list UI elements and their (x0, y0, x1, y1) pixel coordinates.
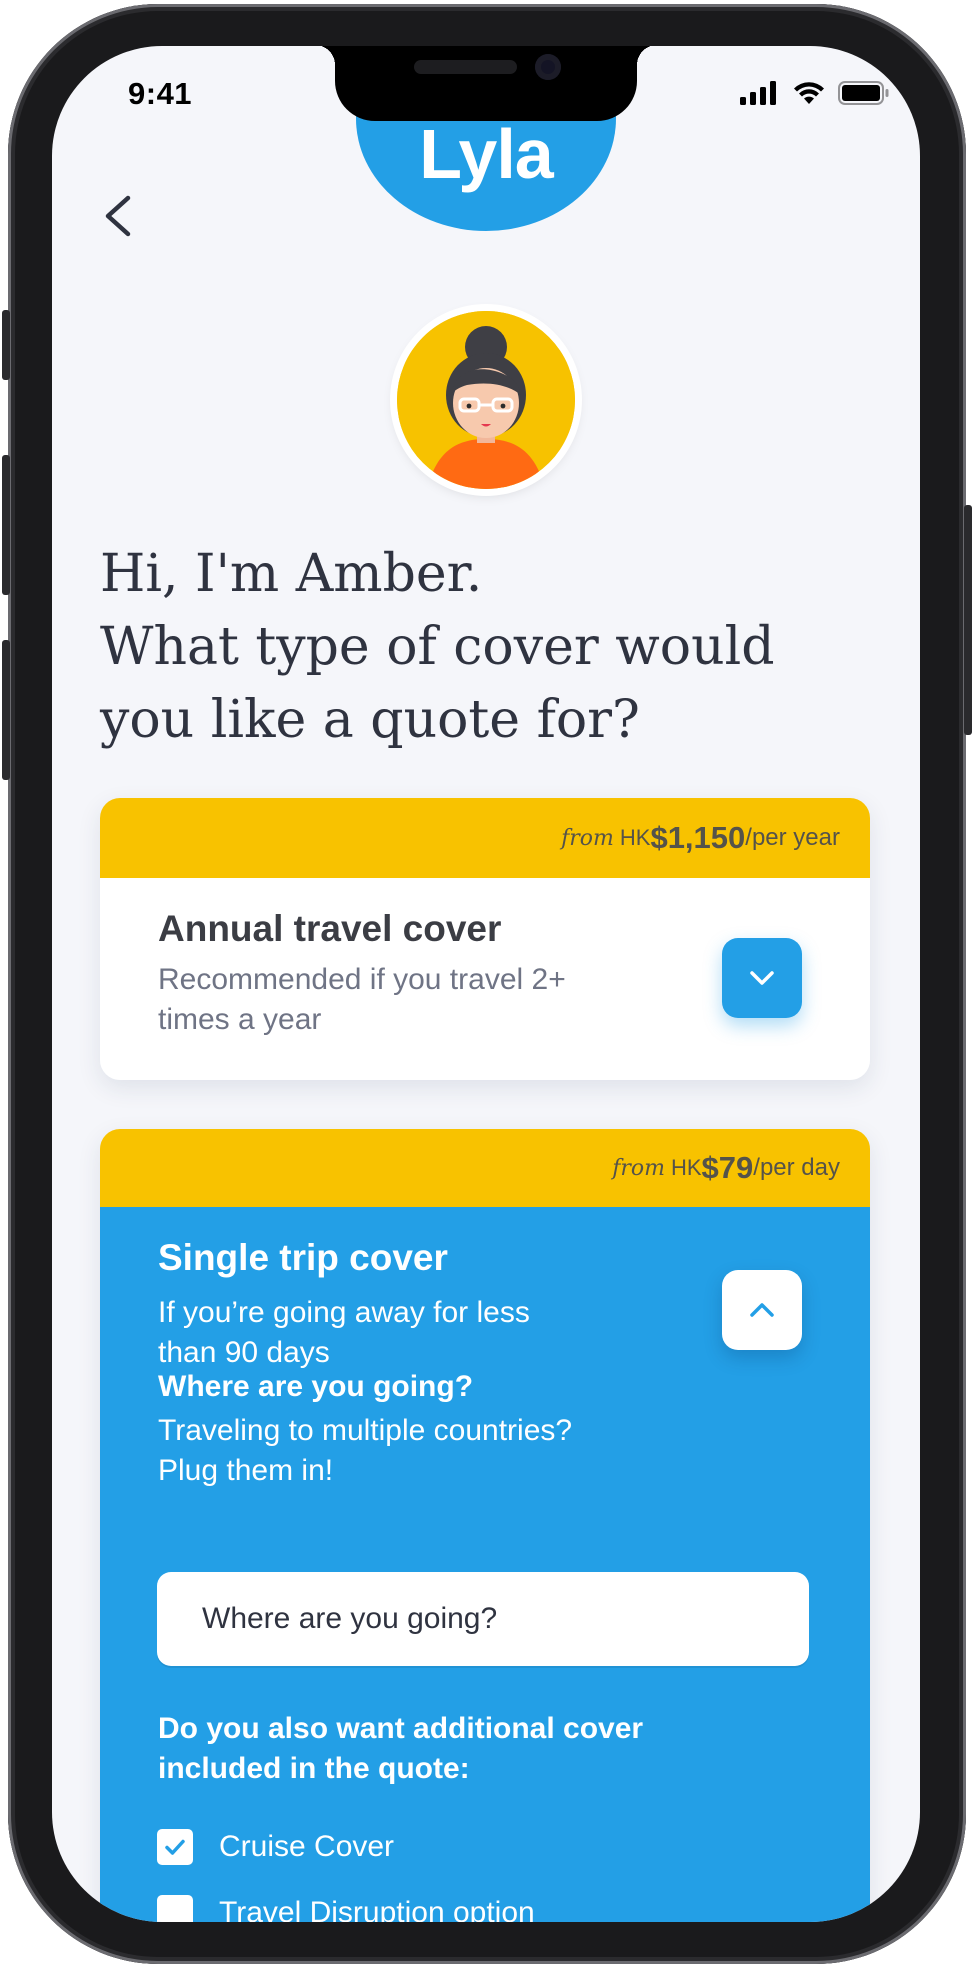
annual-currency: HK (619, 825, 651, 850)
greeting-heading: Hi, I'm Amber. What type of cover would … (100, 538, 820, 757)
travel-disruption-checkbox[interactable] (157, 1895, 193, 1922)
greeting-line-2: What type of cover would (100, 617, 775, 677)
single-amount: $79 (701, 1150, 754, 1185)
chevron-left-icon (105, 195, 131, 237)
additional-question-line-1: Do you also want additional cover (158, 1712, 644, 1745)
chevron-down-icon (750, 971, 774, 985)
cruise-cover-checkbox[interactable] (157, 1829, 193, 1865)
annual-subtitle-line-1: Recommended if you travel 2+ (158, 963, 566, 996)
additional-question-line-2: included in the quote: (158, 1752, 470, 1785)
brand-name: Lyla (419, 114, 553, 193)
annual-amount: $1,150 (650, 820, 746, 855)
additional-cover-question: Do you also want additional cover includ… (158, 1709, 643, 1789)
annual-title: Annual travel cover (158, 908, 502, 949)
option-travel-disruption[interactable]: Travel Disruption option (157, 1895, 535, 1922)
single-subtitle-line-1: If you’re going away for less (158, 1296, 530, 1329)
app-screen: 9:41 Lyla Hi, I'm Amber. What type of co… (52, 46, 920, 1922)
mute-switch (2, 310, 10, 380)
assistant-avatar (397, 311, 575, 489)
greeting-line-3: you like a quote for? (100, 690, 640, 750)
notch (315, 46, 657, 121)
annual-period: /per year (745, 824, 840, 851)
volume-up-button (2, 455, 10, 595)
status-time: 9:41 (128, 76, 193, 111)
single-subtitle: If you’re going away for less than 90 da… (158, 1293, 530, 1373)
single-currency: HK (670, 1155, 702, 1180)
chevron-up-icon (750, 1303, 774, 1317)
destination-hint: Traveling to multiple countries? Plug th… (158, 1411, 572, 1491)
single-price-prefix: from (612, 1155, 665, 1181)
annual-card-body: Annual travel cover Recommended if you t… (100, 878, 870, 1080)
annual-subtitle: Recommended if you travel 2+ times a yea… (158, 960, 566, 1040)
destination-hint-line-1: Traveling to multiple countries? (158, 1414, 573, 1447)
destination-hint-line-2: Plug them in! (158, 1454, 334, 1487)
volume-down-button (2, 640, 10, 780)
annual-price-prefix: from (561, 825, 614, 851)
status-icons (740, 80, 890, 106)
single-collapse-button[interactable] (722, 1270, 802, 1350)
annual-cover-card[interactable]: from HK $1,150 /per year Annual travel c… (100, 798, 870, 1080)
annual-expand-button[interactable] (722, 938, 802, 1018)
cruise-cover-label: Cruise Cover (219, 1830, 395, 1863)
destination-input[interactable] (157, 1572, 809, 1666)
single-price-banner: from HK $79 /per day (100, 1129, 870, 1207)
single-card-body: Single trip cover If you’re going away f… (100, 1207, 870, 1922)
front-camera (535, 54, 561, 80)
battery-icon (838, 81, 889, 105)
power-button (964, 505, 972, 735)
option-cruise-cover[interactable]: Cruise Cover (157, 1829, 394, 1865)
single-period: /per day (753, 1154, 840, 1181)
single-trip-card[interactable]: from HK $79 /per day Single trip cover I… (100, 1129, 870, 1922)
speaker-grille (414, 60, 517, 74)
annual-subtitle-line-2: times a year (158, 1003, 322, 1036)
single-title: Single trip cover (158, 1237, 448, 1278)
travel-disruption-label: Travel Disruption option (219, 1896, 535, 1922)
cellular-signal-icon (740, 81, 776, 105)
amber-portrait-icon (397, 311, 575, 489)
back-button[interactable] (92, 186, 142, 246)
destination-question: Where are you going? (158, 1370, 474, 1403)
greeting-line-1: Hi, I'm Amber. (100, 544, 483, 604)
annual-price-banner: from HK $1,150 /per year (100, 798, 870, 878)
wifi-icon (794, 82, 824, 104)
check-icon (165, 1839, 185, 1855)
